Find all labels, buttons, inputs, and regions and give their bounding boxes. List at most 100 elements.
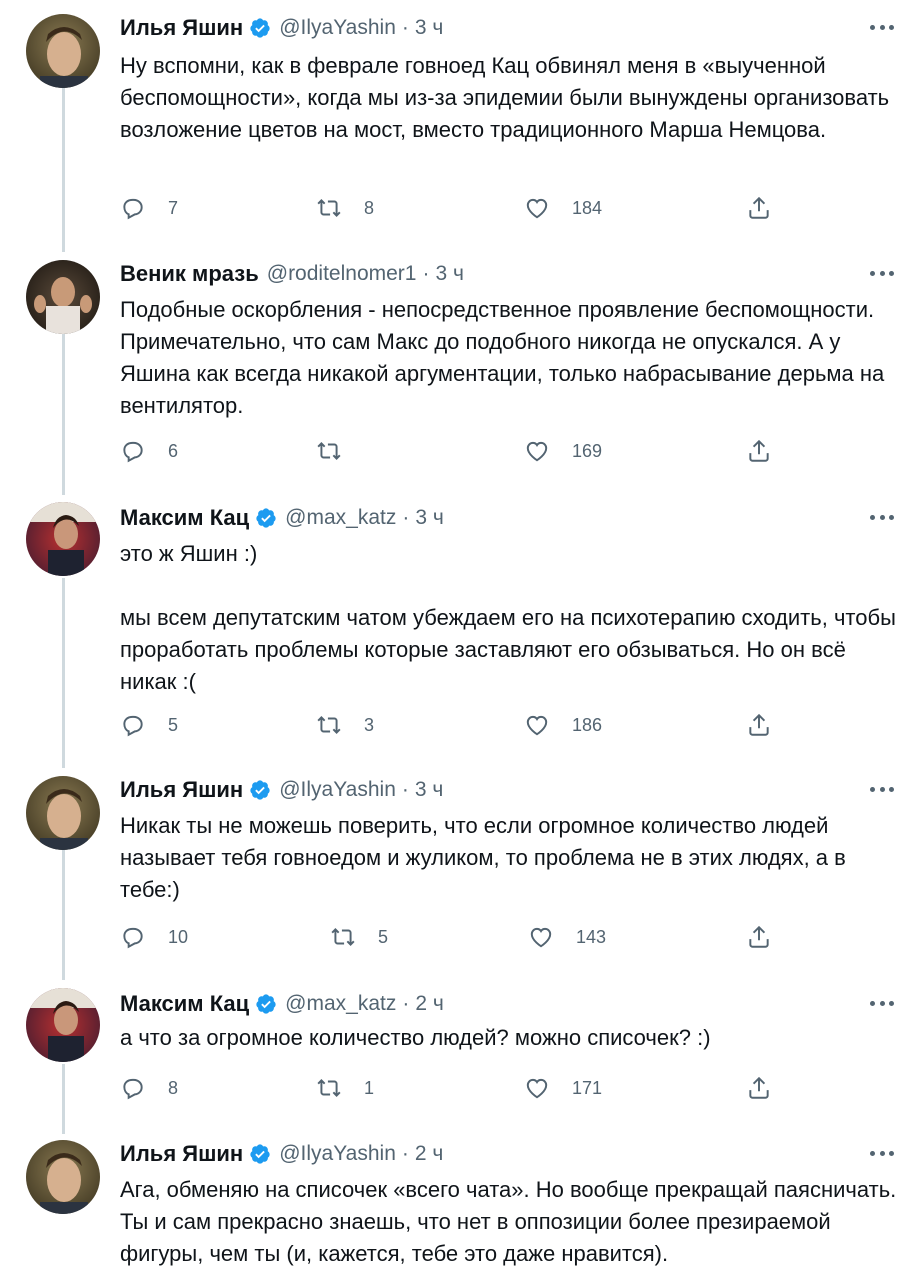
more-icon[interactable] [870, 510, 894, 524]
like-icon [530, 927, 552, 948]
tweet-time[interactable]: 3 ч [415, 506, 443, 530]
separator-dot: · [402, 506, 410, 529]
author-name[interactable]: Максим Кац [120, 505, 249, 531]
reply-button[interactable]: 6 [120, 436, 178, 466]
tweet-text: а что за огромное количество людей? можн… [120, 1025, 711, 1050]
verified-badge-icon [250, 18, 270, 38]
reply-icon [123, 441, 143, 463]
retweet-count: 5 [378, 926, 389, 947]
author-handle[interactable]: @roditelnomer1 [267, 262, 417, 286]
retweet-icon [317, 716, 341, 734]
retweet-count: 3 [364, 714, 375, 735]
verified-badge-icon [250, 780, 270, 800]
share-icon [749, 925, 769, 948]
author-name[interactable]: Илья Яшин [120, 1141, 243, 1167]
share-button[interactable] [746, 193, 772, 223]
author-handle[interactable]: @max_katz [285, 506, 396, 530]
author-name[interactable]: Веник мразь [120, 261, 259, 287]
thread-line [62, 578, 65, 768]
author-name[interactable]: Максим Кац [120, 991, 249, 1017]
verified-badge-icon [250, 1144, 270, 1164]
tweet-text: Подобные оскорбления - непосредственное … [120, 297, 885, 418]
reply-button[interactable]: 7 [120, 193, 178, 223]
thread-line [62, 850, 65, 980]
like-count: 143 [576, 926, 607, 947]
like-icon [526, 441, 548, 462]
retweet-button[interactable]: 8 [316, 193, 374, 223]
tweet-actions: 7 8 184 [120, 193, 800, 223]
separator-dot: · [422, 262, 430, 285]
reply-icon [123, 1078, 143, 1100]
more-icon[interactable] [870, 1146, 894, 1160]
tweet-text: Никак ты не можешь поверить, что если ог… [120, 813, 846, 902]
more-icon[interactable] [870, 782, 894, 796]
like-button[interactable]: 171 [524, 1073, 602, 1103]
reply-count: 8 [168, 1077, 179, 1098]
like-button[interactable]: 169 [524, 436, 602, 466]
verified-badge-icon [256, 994, 276, 1014]
retweet-icon [317, 199, 341, 217]
share-icon [749, 713, 769, 736]
like-count: 169 [572, 440, 603, 461]
separator-dot: · [401, 778, 409, 801]
tweet-actions: 6 169 [120, 436, 800, 466]
tweet-actions: 10 5 143 [120, 922, 800, 952]
verified-badge-icon [256, 508, 276, 528]
author-handle[interactable]: @max_katz [285, 992, 396, 1016]
author-handle[interactable]: @IlyaYashin [279, 778, 396, 802]
like-button[interactable]: 186 [524, 710, 602, 740]
retweet-icon [331, 928, 355, 946]
tweet-time[interactable]: 3 ч [435, 262, 463, 286]
tweet-text: Ага, обменяю на списочек «всего чата». Н… [120, 1177, 897, 1266]
share-button[interactable] [746, 922, 772, 952]
like-icon [526, 715, 548, 736]
more-icon[interactable] [870, 996, 894, 1010]
avatar[interactable] [26, 14, 100, 88]
reply-count: 7 [168, 197, 179, 218]
reply-icon [123, 198, 143, 220]
thread-line [62, 1064, 65, 1134]
retweet-button[interactable] [316, 436, 364, 466]
reply-button[interactable]: 10 [120, 922, 188, 952]
author-name[interactable]: Илья Яшин [120, 15, 243, 41]
reply-count: 10 [168, 926, 189, 947]
more-icon[interactable] [870, 20, 894, 34]
avatar[interactable] [26, 260, 100, 334]
share-icon [749, 196, 769, 219]
retweet-button[interactable]: 1 [316, 1073, 374, 1103]
tweet-time[interactable]: 2 ч [415, 992, 443, 1016]
like-button[interactable]: 184 [524, 193, 602, 223]
share-button[interactable] [746, 710, 772, 740]
like-button[interactable]: 143 [528, 922, 606, 952]
reply-count: 5 [168, 714, 179, 735]
share-button[interactable] [746, 1073, 772, 1103]
avatar[interactable] [26, 1140, 100, 1214]
separator-dot: · [402, 992, 410, 1015]
reply-button[interactable]: 8 [120, 1073, 178, 1103]
thread-line [62, 86, 65, 252]
retweet-count: 1 [364, 1077, 375, 1098]
share-button[interactable] [746, 436, 772, 466]
tweet-time[interactable]: 3 ч [415, 16, 443, 40]
reply-count: 6 [168, 440, 179, 461]
tweet-text: это ж Яшин :) мы всем депутатским чатом … [120, 541, 896, 694]
avatar[interactable] [26, 502, 100, 576]
like-icon [526, 1078, 548, 1099]
separator-dot: · [401, 16, 409, 39]
retweet-button[interactable]: 5 [330, 922, 388, 952]
reply-button[interactable]: 5 [120, 710, 178, 740]
author-handle[interactable]: @IlyaYashin [279, 16, 396, 40]
avatar[interactable] [26, 988, 100, 1062]
like-icon [526, 198, 548, 219]
author-name[interactable]: Илья Яшин [120, 777, 243, 803]
like-count: 184 [572, 197, 603, 218]
tweet-time[interactable]: 3 ч [415, 778, 443, 802]
author-handle[interactable]: @IlyaYashin [279, 1142, 396, 1166]
retweet-button[interactable]: 3 [316, 710, 374, 740]
more-icon[interactable] [870, 266, 894, 280]
tweet-actions: 8 1 171 [120, 1073, 800, 1103]
share-icon [749, 439, 769, 462]
tweet-time[interactable]: 2 ч [415, 1142, 443, 1166]
retweet-icon [317, 1079, 341, 1097]
avatar[interactable] [26, 776, 100, 850]
